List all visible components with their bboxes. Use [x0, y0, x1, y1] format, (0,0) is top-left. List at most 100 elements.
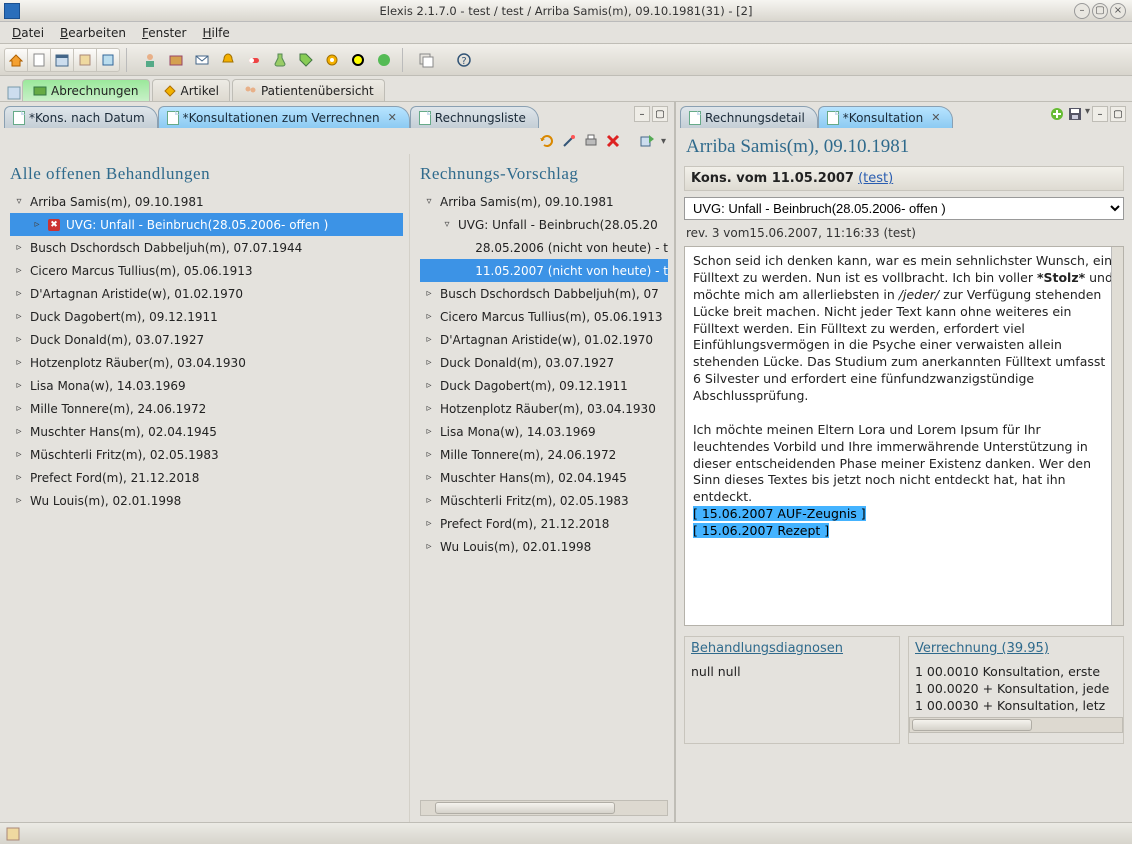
tree-row[interactable]: ▹Muschter Hans(m), 02.04.1945 [10, 420, 403, 443]
mail-icon[interactable] [190, 48, 214, 72]
add-icon[interactable] [1049, 106, 1065, 122]
twisty-icon[interactable]: ▹ [14, 380, 24, 391]
twisty-icon[interactable]: ▹ [14, 472, 24, 483]
verrechnung-header[interactable]: Verrechnung (39.95) [909, 637, 1123, 660]
tree-row[interactable]: ▹Cicero Marcus Tullius(m), 05.06.1913 [10, 259, 403, 282]
menu-fenster[interactable]: Fenster [136, 24, 193, 42]
tree-row[interactable]: ▹Müschterli Fritz(m), 02.05.1983 [10, 443, 403, 466]
diagnosen-item[interactable]: null null [691, 664, 893, 679]
tree-row[interactable]: ▹Busch Dschordsch Dabbeljuh(m), 07.07.19… [10, 236, 403, 259]
tree-row[interactable]: ▹Lisa Mona(w), 14.03.1969 [10, 374, 403, 397]
tree-row[interactable]: ▹Prefect Ford(m), 21.12.2018 [420, 512, 668, 535]
twisty-icon[interactable]: ▹ [32, 219, 42, 230]
tree-row[interactable]: ▹Lisa Mona(w), 14.03.1969 [420, 420, 668, 443]
tree-row[interactable]: ▹Wu Louis(m), 02.01.1998 [10, 489, 403, 512]
twisty-icon[interactable]: ▹ [14, 311, 24, 322]
tree-row[interactable]: ▹Duck Donald(m), 03.07.1927 [10, 328, 403, 351]
tab-konsultation[interactable]: *Konsultation ✕ [818, 106, 954, 128]
pill-icon[interactable] [242, 48, 266, 72]
tree-row[interactable]: ▹Wu Louis(m), 02.01.1998 [420, 535, 668, 558]
close-icon[interactable]: × [1110, 3, 1126, 19]
bell-icon[interactable] [216, 48, 240, 72]
twisty-icon[interactable]: ▹ [424, 380, 434, 391]
tree-row[interactable]: ▹D'Artagnan Aristide(w), 01.02.1970 [10, 282, 403, 305]
export-icon[interactable] [639, 133, 655, 149]
maximize-view-icon[interactable]: ▢ [652, 106, 668, 122]
tree-row[interactable]: ▹D'Artagnan Aristide(w), 01.02.1970 [420, 328, 668, 351]
twisty-icon[interactable]: ▹ [424, 426, 434, 437]
tree-alle-offen[interactable]: ▿Arriba Samis(m), 09.10.1981▹✖UVG: Unfal… [10, 190, 403, 816]
flask-icon[interactable] [268, 48, 292, 72]
attachment-auf-zeugnis[interactable]: [ 15.06.2007 AUF-Zeugnis ] [693, 506, 866, 521]
tree-row[interactable]: ▿Arriba Samis(m), 09.10.1981 [10, 190, 403, 213]
doc-icon[interactable] [27, 48, 51, 72]
minimize-icon[interactable]: – [1074, 3, 1090, 19]
help-icon[interactable]: ? [452, 48, 476, 72]
status-icon[interactable] [6, 827, 20, 841]
tab-kons-datum[interactable]: *Kons. nach Datum [4, 106, 158, 128]
twisty-icon[interactable]: ▹ [14, 265, 24, 276]
minimize-view-icon[interactable]: – [634, 106, 650, 122]
person-icon[interactable] [138, 48, 162, 72]
tree-row[interactable]: ▹Prefect Ford(m), 21.12.2018 [10, 466, 403, 489]
twisty-icon[interactable]: ▹ [424, 518, 434, 529]
twisty-icon[interactable]: ▹ [424, 495, 434, 506]
twisty-icon[interactable]: ▹ [14, 426, 24, 437]
tree-row[interactable]: ▹Duck Donald(m), 03.07.1927 [420, 351, 668, 374]
menu-hilfe[interactable]: Hilfe [196, 24, 235, 42]
tree-row[interactable]: ▹Mille Tonnere(m), 24.06.1972 [10, 397, 403, 420]
twisty-icon[interactable]: ▹ [14, 495, 24, 506]
tree-row[interactable]: ▿UVG: Unfall - Beinbruch(28.05.20 [420, 213, 668, 236]
fall-select[interactable]: UVG: Unfall - Beinbruch(28.05.2006- offe… [684, 197, 1124, 220]
green-icon[interactable] [372, 48, 396, 72]
twisty-icon[interactable]: ▹ [424, 357, 434, 368]
home-icon[interactable] [4, 48, 28, 72]
twisty-icon[interactable]: ▿ [14, 196, 24, 207]
twisty-icon[interactable]: ▹ [14, 357, 24, 368]
tree-row[interactable]: 11.05.2007 (nicht von heute) - t [420, 259, 668, 282]
diagnosen-header[interactable]: Behandlungsdiagnosen [685, 637, 899, 660]
dot-icon[interactable] [346, 48, 370, 72]
maximize-view-icon[interactable]: ▢ [1110, 106, 1126, 122]
tree-row[interactable]: ▹✖UVG: Unfall - Beinbruch(28.05.2006- of… [10, 213, 403, 236]
print-icon[interactable] [583, 133, 599, 149]
tree-row[interactable]: ▿Arriba Samis(m), 09.10.1981 [420, 190, 668, 213]
attachment-rezept[interactable]: [ 15.06.2007 Rezept ] [693, 523, 829, 538]
save-icon[interactable] [1067, 106, 1083, 122]
wand-icon[interactable] [561, 133, 577, 149]
twisty-icon[interactable]: ▹ [424, 472, 434, 483]
tab-kons-verrechnen[interactable]: *Konsultationen zum Verrechnen ✕ [158, 106, 410, 128]
tree-rechnungs-vorschlag[interactable]: ▿Arriba Samis(m), 09.10.1981▿UVG: Unfall… [420, 190, 668, 796]
twisty-icon[interactable]: ▹ [424, 334, 434, 345]
tree-row[interactable]: ▹Cicero Marcus Tullius(m), 05.06.1913 [420, 305, 668, 328]
scrollbar-vertical[interactable] [1111, 247, 1123, 625]
tree-row[interactable]: ▹Mille Tonnere(m), 24.06.1972 [420, 443, 668, 466]
perspective-open-icon[interactable] [6, 85, 22, 101]
menu-bearbeiten[interactable]: Bearbeiten [54, 24, 132, 42]
tab-close-icon[interactable]: ✕ [931, 111, 940, 124]
window-icon[interactable] [414, 48, 438, 72]
verrechnung-item[interactable]: 1 00.0020 + Konsultation, jede [915, 681, 1117, 696]
tree-row[interactable]: ▹Hotzenplotz Räuber(m), 03.04.1930 [10, 351, 403, 374]
tree-row[interactable]: ▹Duck Dagobert(m), 09.12.1911 [10, 305, 403, 328]
twisty-icon[interactable]: ▹ [14, 334, 24, 345]
dropdown-menu-icon[interactable]: ▾ [1085, 106, 1090, 122]
twisty-icon[interactable]: ▿ [424, 196, 434, 207]
list-icon[interactable] [96, 48, 120, 72]
calendar-icon[interactable] [50, 48, 74, 72]
gear-icon[interactable] [320, 48, 344, 72]
tab-rechnungsdetail[interactable]: Rechnungsdetail [680, 106, 818, 128]
book-icon[interactable] [73, 48, 97, 72]
twisty-icon[interactable]: ▿ [442, 219, 452, 230]
twisty-icon[interactable]: ▹ [14, 242, 24, 253]
tree-row[interactable]: ▹Duck Dagobert(m), 09.12.1911 [420, 374, 668, 397]
refresh-icon[interactable] [539, 133, 555, 149]
tab-rechnungsliste[interactable]: Rechnungsliste [410, 106, 539, 128]
tree-row[interactable]: ▹Muschter Hans(m), 02.04.1945 [420, 466, 668, 489]
kons-text[interactable]: Schon seid ich denken kann, war es mein … [684, 246, 1124, 626]
delete-icon[interactable] [605, 133, 621, 149]
twisty-icon[interactable]: ▹ [14, 449, 24, 460]
kons-heading-link[interactable]: (test) [858, 171, 893, 186]
twisty-icon[interactable]: ▹ [424, 541, 434, 552]
tree-row[interactable]: ▹Müschterli Fritz(m), 02.05.1983 [420, 489, 668, 512]
